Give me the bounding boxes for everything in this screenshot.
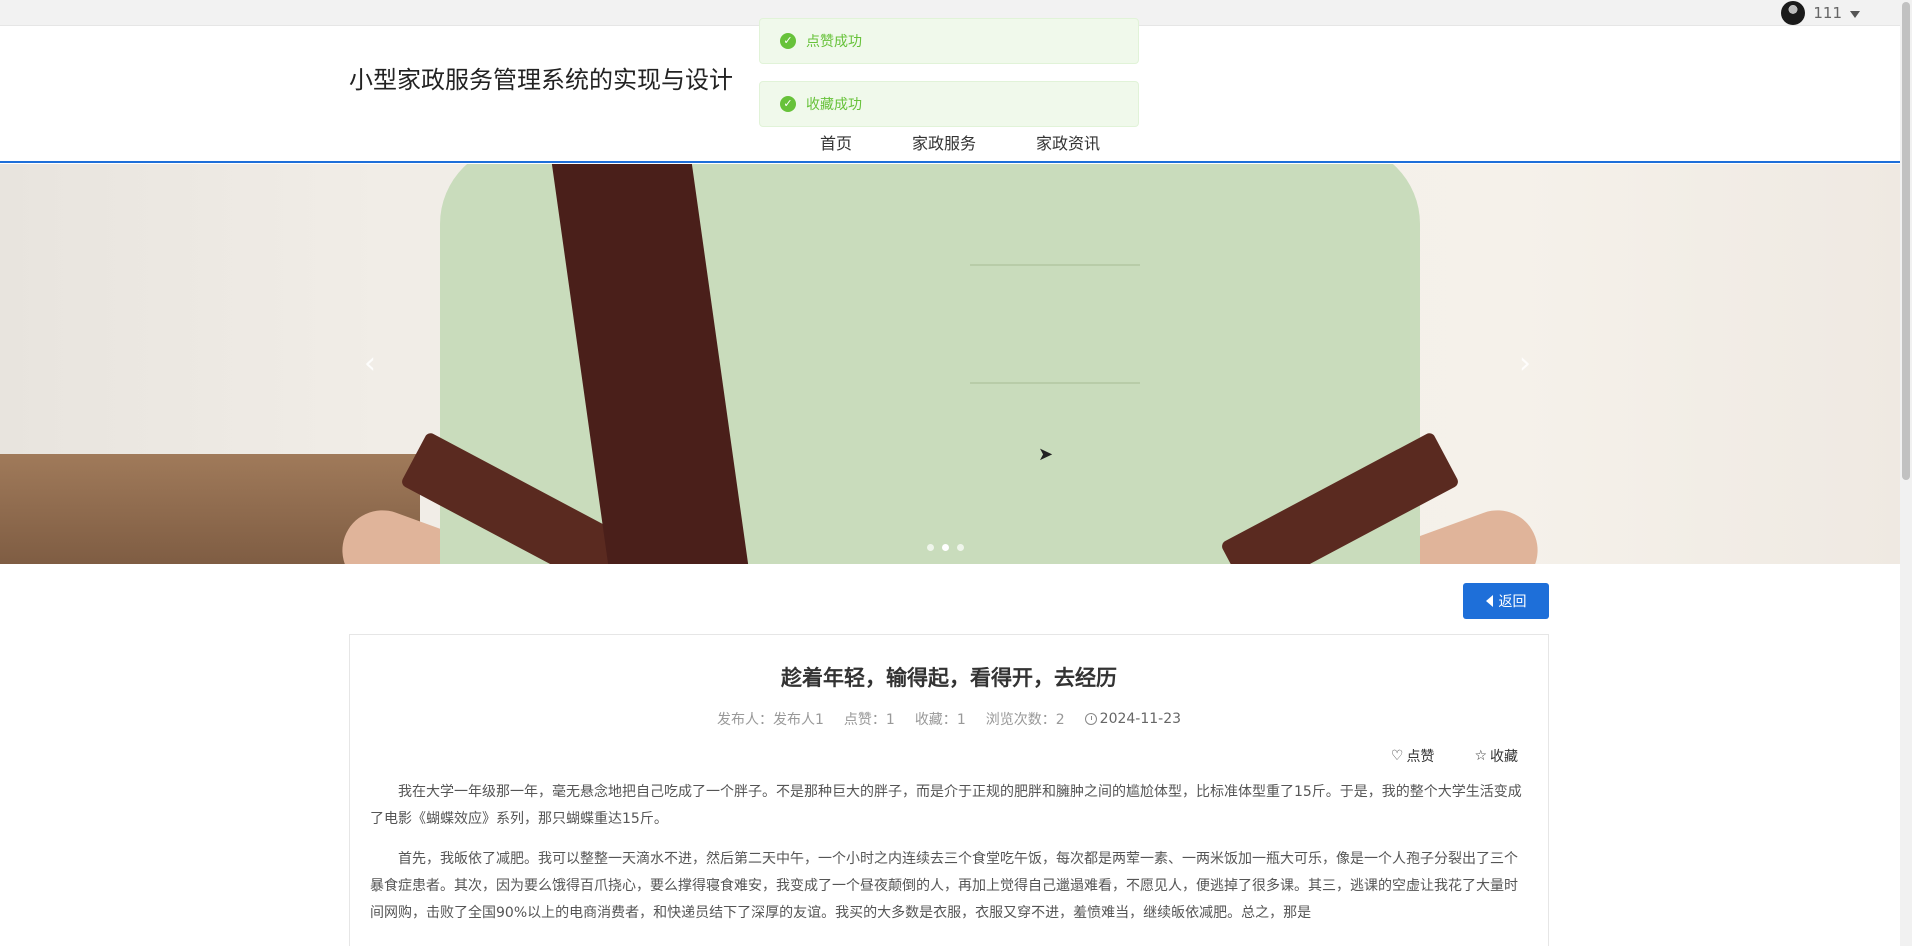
like-button[interactable]: ♡ 点赞 xyxy=(1391,746,1435,766)
banner-carousel[interactable]: ‹ › xyxy=(0,164,1900,564)
nav-news[interactable]: 家政资讯 xyxy=(1006,130,1130,154)
caret-left-icon xyxy=(1485,595,1493,607)
toast-favorite-success: ✓ 收藏成功 xyxy=(759,81,1139,127)
heart-icon: ♡ xyxy=(1390,748,1404,764)
meta-likes: 点赞：1 xyxy=(843,712,895,728)
meta-favorites: 收藏：1 xyxy=(914,712,966,728)
banner-image-pocket xyxy=(970,264,1140,384)
carousel-prev-icon[interactable]: ‹ xyxy=(355,344,385,384)
clock-icon xyxy=(1084,713,1097,725)
site-title: 小型家政服务管理系统的实现与设计 xyxy=(349,66,733,94)
back-button[interactable]: 返回 xyxy=(1463,583,1549,619)
article-title: 趁着年轻，输得起，看得开，去经历 xyxy=(781,666,1117,690)
meta-date: 2024-11-23 xyxy=(1084,709,1181,729)
check-circle-icon: ✓ xyxy=(780,33,796,49)
caret-down-icon[interactable] xyxy=(1850,10,1860,18)
article-actions: ♡ 点赞 ☆ 收藏 xyxy=(1391,746,1518,766)
carousel-dot-active[interactable] xyxy=(942,544,949,551)
main-nav: 首页 家政服务 家政资讯 xyxy=(790,130,1130,154)
toast-text: 收藏成功 xyxy=(806,97,862,113)
avatar[interactable] xyxy=(1781,1,1806,25)
scrollbar-thumb[interactable] xyxy=(1902,2,1910,480)
mouse-cursor-icon: ➤ xyxy=(1038,444,1054,465)
user-menu[interactable]: 111 xyxy=(1781,0,1860,26)
toast-like-success: ✓ 点赞成功 xyxy=(759,18,1139,64)
back-button-label: 返回 xyxy=(1498,593,1527,609)
article-paragraph: 我在大学一年级那一年，毫无悬念地把自己吃成了一个胖子。不是那种巨大的胖子，而是介… xyxy=(370,784,1522,827)
page-scrollbar[interactable] xyxy=(1900,0,1912,946)
nav-service[interactable]: 家政服务 xyxy=(882,130,1006,154)
article-paragraph: 首先，我皈依了减肥。我可以整整一天滴水不进，然后第二天中午，一个小时之内连续去三… xyxy=(370,851,1518,921)
toast-text: 点赞成功 xyxy=(806,34,862,50)
carousel-dot[interactable] xyxy=(957,544,964,551)
carousel-indicators xyxy=(927,544,964,551)
favorite-button[interactable]: ☆ 收藏 xyxy=(1474,746,1518,766)
article-card: 趁着年轻，输得起，看得开，去经历 发布人：发布人1 点赞：1 收藏：1 浏览次数… xyxy=(349,634,1549,946)
meta-views: 浏览次数：2 xyxy=(985,712,1065,728)
article-content: 我在大学一年级那一年，毫无悬念地把自己吃成了一个胖子。不是那种巨大的胖子，而是介… xyxy=(350,779,1548,927)
carousel-next-icon[interactable]: › xyxy=(1510,344,1540,384)
carousel-dot[interactable] xyxy=(927,544,934,551)
article-meta: 发布人：发布人1 点赞：1 收藏：1 浏览次数：2 2024-11-23 xyxy=(350,709,1548,729)
nav-home[interactable]: 首页 xyxy=(790,130,882,154)
star-icon: ☆ xyxy=(1474,748,1487,764)
username[interactable]: 111 xyxy=(1813,4,1842,22)
meta-publisher: 发布人：发布人1 xyxy=(716,712,824,728)
check-circle-icon: ✓ xyxy=(780,96,796,112)
